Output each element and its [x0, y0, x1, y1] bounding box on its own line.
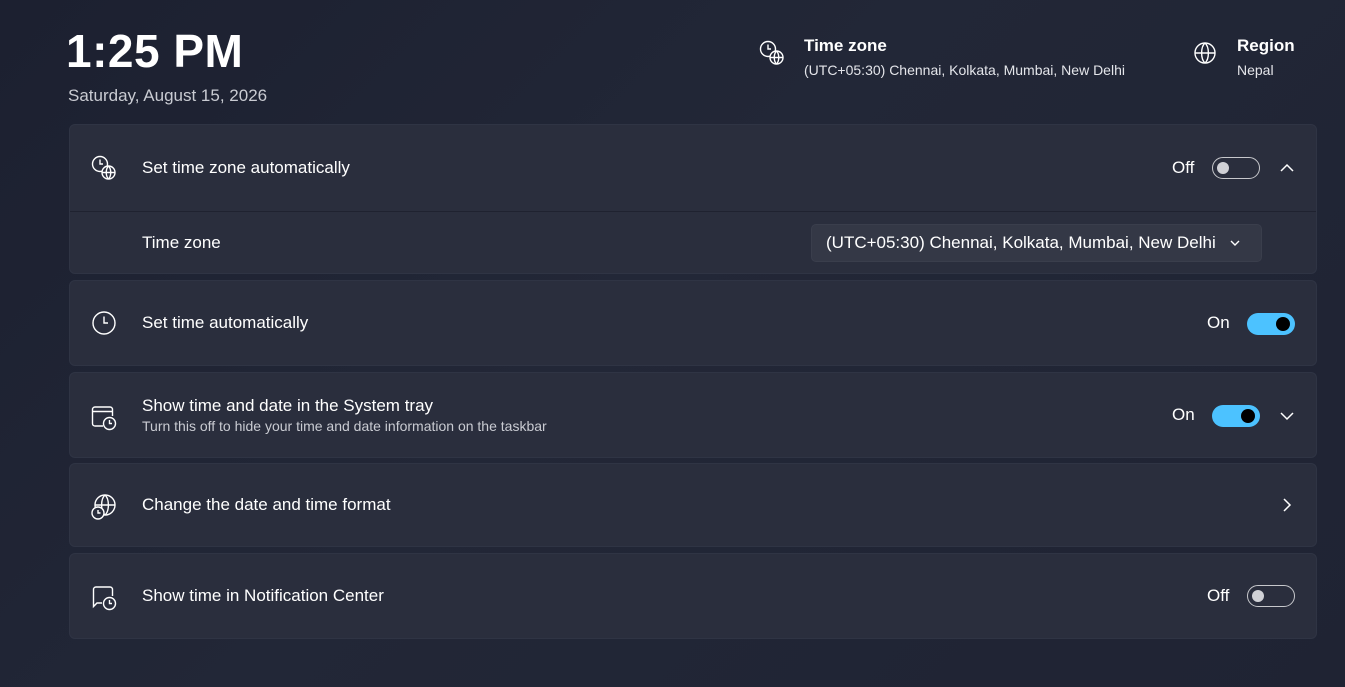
globe-clock-icon: [91, 494, 116, 520]
calendar-clock-icon: [91, 406, 117, 431]
notification-card: Show time in Notification Center Off: [69, 553, 1317, 639]
auto-time-card: Set time automatically On: [69, 280, 1317, 366]
format-row[interactable]: Change the date and time format: [70, 464, 1316, 546]
clock-globe-icon: [91, 155, 116, 180]
header: 1:25 PM Saturday, August 15, 2026 Time z…: [0, 0, 1345, 120]
tray-toggle[interactable]: [1212, 405, 1260, 427]
auto-time-toggle[interactable]: [1247, 313, 1295, 335]
auto-timezone-label: Set time zone automatically: [142, 158, 350, 177]
chevron-up-icon[interactable]: [1278, 159, 1296, 177]
format-card[interactable]: Change the date and time format: [69, 463, 1317, 547]
tray-row[interactable]: Show time and date in the System tray Tu…: [70, 373, 1316, 457]
timezone-select-label: Time zone: [142, 233, 221, 252]
region-title: Region: [1237, 36, 1295, 55]
timezone-title: Time zone: [804, 36, 887, 55]
auto-timezone-row[interactable]: Set time zone automatically Off: [70, 125, 1316, 211]
timezone-select-row: Time zone (UTC+05:30) Chennai, Kolkata, …: [70, 212, 1316, 274]
clock-icon: [92, 311, 116, 335]
auto-time-label: Set time automatically: [142, 313, 309, 332]
chevron-down-icon[interactable]: [1278, 407, 1296, 425]
notification-toggle[interactable]: [1247, 585, 1295, 607]
timezone-value: (UTC+05:30) Chennai, Kolkata, Mumbai, Ne…: [804, 62, 1125, 78]
timezone-dropdown-value: (UTC+05:30) Chennai, Kolkata, Mumbai, Ne…: [826, 233, 1216, 252]
auto-timezone-state: Off: [1172, 158, 1195, 177]
clock-globe-icon: [759, 40, 784, 65]
tray-description: Turn this off to hide your time and date…: [142, 417, 547, 434]
notification-state: Off: [1207, 586, 1230, 605]
auto-timezone-card: Set time zone automatically Off Time zon…: [69, 124, 1317, 274]
tray-state: On: [1172, 405, 1195, 424]
chevron-right-icon: [1283, 498, 1292, 512]
notification-label: Show time in Notification Center: [142, 586, 384, 605]
region-value: Nepal: [1237, 62, 1274, 78]
format-label: Change the date and time format: [142, 495, 391, 514]
current-time: 1:25 PM: [66, 25, 244, 77]
tray-label-group: Show time and date in the System tray Tu…: [142, 396, 547, 435]
region-summary: Region Nepal: [1191, 36, 1295, 81]
tray-label: Show time and date in the System tray: [142, 395, 434, 415]
chevron-down-icon: [1230, 240, 1240, 246]
auto-time-state: On: [1207, 313, 1230, 332]
tray-card: Show time and date in the System tray Tu…: [69, 372, 1317, 458]
timezone-summary: Time zone (UTC+05:30) Chennai, Kolkata, …: [758, 36, 1125, 81]
notification-clock-icon: [92, 586, 117, 611]
timezone-dropdown[interactable]: (UTC+05:30) Chennai, Kolkata, Mumbai, Ne…: [811, 224, 1262, 262]
globe-icon: [1194, 42, 1216, 64]
notification-row[interactable]: Show time in Notification Center Off: [70, 554, 1316, 638]
auto-time-row[interactable]: Set time automatically On: [70, 281, 1316, 365]
auto-timezone-toggle[interactable]: [1212, 157, 1260, 179]
current-date: Saturday, August 15, 2026: [68, 86, 268, 105]
